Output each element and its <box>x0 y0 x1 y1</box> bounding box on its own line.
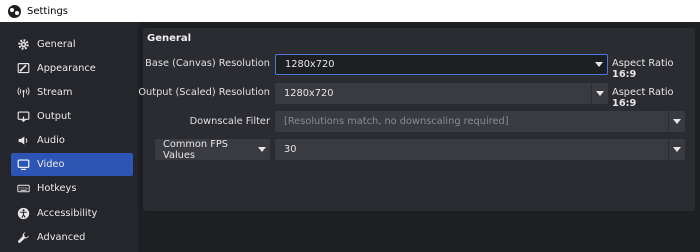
aspect-value: 16:9 <box>612 98 637 109</box>
group-title: General <box>147 33 191 44</box>
sidebar-item-label: Video <box>37 159 65 170</box>
fps-type-value: Common FPS Values <box>163 138 229 161</box>
sidebar-item-label: Accessibility <box>37 208 98 219</box>
sidebar-item-audio[interactable]: Audio <box>11 129 133 152</box>
output-resolution-combo[interactable]: 1280x720 <box>275 83 608 104</box>
wrench-icon <box>15 230 31 246</box>
fps-value-combo[interactable]: 30 <box>275 139 685 160</box>
downscale-filter-combo[interactable]: [Resolutions match, no downscaling requi… <box>275 111 685 132</box>
sidebar-item-label: General <box>37 39 76 50</box>
output-aspect-ratio: Aspect Ratio 16:9 <box>612 87 700 109</box>
sidebar-item-general[interactable]: General <box>11 33 133 56</box>
title-bar: Settings <box>0 0 700 22</box>
obs-logo-icon <box>8 4 21 18</box>
sidebar-item-label: Hotkeys <box>37 183 77 194</box>
base-resolution-value: 1280x720 <box>285 59 335 70</box>
downscale-filter-value: [Resolutions match, no downscaling requi… <box>284 116 509 127</box>
output-resolution-value: 1280x720 <box>284 88 334 99</box>
chevron-down-icon[interactable] <box>591 83 608 104</box>
sidebar-item-advanced[interactable]: Advanced <box>11 226 133 249</box>
fps-type-combo[interactable]: Common FPS Values <box>155 138 270 161</box>
aspect-value: 16:9 <box>612 69 637 80</box>
aspect-label: Aspect Ratio <box>612 58 674 69</box>
chevron-down-icon[interactable] <box>591 55 607 74</box>
sidebar-item-accessibility[interactable]: Accessibility <box>11 202 133 225</box>
downscale-filter-label: Downscale Filter <box>189 116 270 127</box>
base-resolution-label: Base (Canvas) Resolution <box>145 58 270 69</box>
aspect-label: Aspect Ratio <box>612 87 674 98</box>
sidebar-item-hotkeys[interactable]: Hotkeys <box>11 177 133 200</box>
accessibility-icon <box>15 206 31 222</box>
window-title: Settings <box>27 5 69 17</box>
fps-value: 30 <box>284 144 297 155</box>
gear-icon <box>15 37 31 53</box>
chevron-down-icon[interactable] <box>668 139 685 160</box>
sidebar-item-label: Audio <box>37 135 65 146</box>
base-resolution-combo[interactable]: 1280x720 <box>275 54 608 75</box>
base-aspect-ratio: Aspect Ratio 16:9 <box>612 58 700 80</box>
sidebar-item-video[interactable]: Video <box>11 153 133 176</box>
output-resolution-label: Output (Scaled) Resolution <box>138 87 270 98</box>
keyboard-icon <box>15 181 31 197</box>
monitor-icon <box>15 157 31 173</box>
chevron-down-icon[interactable] <box>668 111 685 132</box>
sidebar-item-label: Advanced <box>37 232 86 243</box>
speaker-icon <box>15 133 31 149</box>
chevron-down-icon[interactable] <box>254 139 270 160</box>
